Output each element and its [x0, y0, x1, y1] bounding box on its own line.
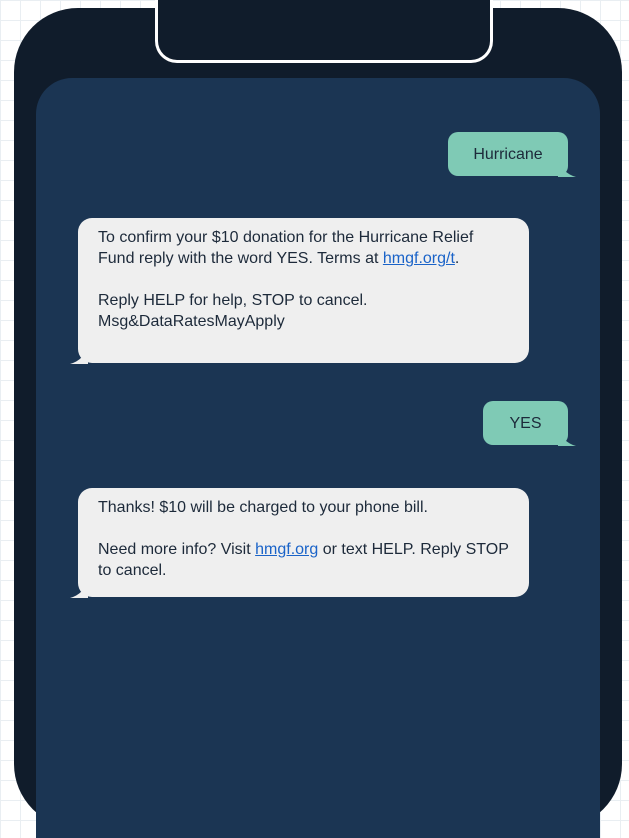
- bubble-tail-icon: [70, 580, 88, 598]
- terms-link[interactable]: hmgf.org/t: [383, 250, 455, 267]
- sent-message-text: YES: [509, 414, 542, 432]
- received-message-bubble[interactable]: To confirm your $10 donation for the Hur…: [70, 218, 529, 364]
- received-message-bubble[interactable]: Thanks! $10 will be charged to your phon…: [70, 488, 529, 598]
- phone-notch: [155, 0, 493, 63]
- message-paragraph: Reply HELP for help, STOP to cancel. Msg…: [98, 292, 368, 330]
- message-paragraph: Need more info? Visit hmgf.org or text H…: [98, 541, 509, 579]
- info-link[interactable]: hmgf.org: [255, 541, 318, 558]
- bubble-tail-icon: [558, 428, 576, 446]
- message-paragraph: Thanks! $10 will be charged to your phon…: [98, 499, 428, 516]
- sent-message-bubble[interactable]: YES: [483, 401, 576, 446]
- bubble-tail-icon: [70, 346, 88, 364]
- sent-message-bubble[interactable]: Hurricane: [448, 132, 576, 177]
- bubble-tail-icon: [558, 159, 576, 177]
- sent-message-text: Hurricane: [473, 145, 543, 163]
- message-paragraph: To confirm your $10 donation for the Hur…: [98, 229, 474, 267]
- message-thread[interactable]: Hurricane To confirm your $10 donation f…: [36, 78, 600, 838]
- phone-frame: Hurricane To confirm your $10 donation f…: [14, 0, 622, 838]
